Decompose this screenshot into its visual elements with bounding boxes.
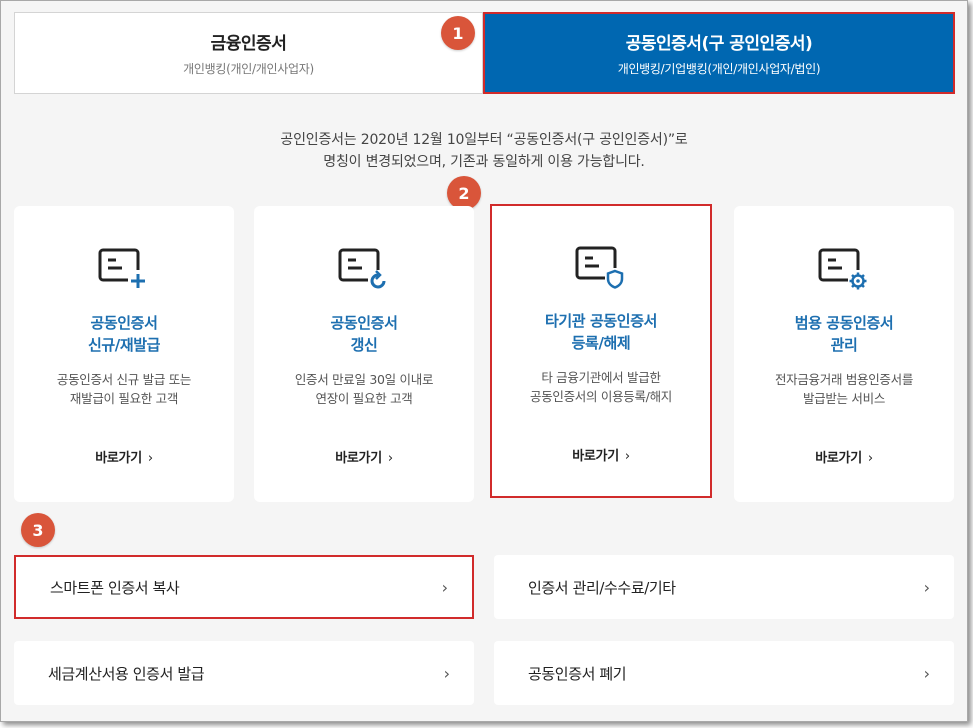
card-description: 공동인증서 신규 발급 또는 재발급이 필요한 고객	[14, 370, 234, 408]
chevron-right-icon: ›	[147, 451, 153, 466]
card-description: 전자금융거래 범용인증서를 발급받는 서비스	[734, 370, 954, 408]
card-title-line-2: 갱신	[350, 336, 378, 354]
card-shortcut-link[interactable]: 바로가기 ›	[254, 447, 474, 466]
card-title-line-2: 등록/해제	[571, 334, 631, 352]
card-desc-line-2: 재발급이 필요한 고객	[69, 391, 179, 406]
row-tax-invoice-certificate[interactable]: 세금계산서용 인증서 발급 ›	[14, 641, 474, 705]
card-general-purpose[interactable]: 범용 공동인증서 관리 전자금융거래 범용인증서를 발급받는 서비스 바로가기 ›	[734, 206, 954, 502]
card-shortcut-link[interactable]: 바로가기 ›	[734, 447, 954, 466]
rename-notice: 공인인증서는 2020년 12월 10일부터 “공동인증서(구 공인인증서)”로…	[1, 129, 967, 173]
step-badge-2: 2	[447, 176, 481, 210]
step-badge-3: 3	[21, 513, 55, 547]
tab-subtitle: 개인뱅킹(개인/개인사업자)	[183, 62, 314, 76]
row-smartphone-copy[interactable]: 스마트폰 인증서 복사 ›	[14, 555, 474, 619]
certificate-renew-icon	[338, 248, 388, 290]
card-title-line-1: 공동인증서	[90, 314, 158, 332]
row-certificate-disposal[interactable]: 공동인증서 폐기 ›	[494, 641, 954, 705]
card-desc-line-1: 인증서 만료일 30일 이내로	[294, 372, 434, 387]
notice-line-2: 명칭이 변경되었으며, 기존과 동일하게 이용 가능합니다.	[323, 154, 645, 170]
card-desc-line-2: 연장이 필요한 고객	[315, 391, 413, 406]
chevron-right-icon: ›	[441, 577, 448, 597]
tab-joint-certificate[interactable]: 공동인증서(구 공인인증서) 개인뱅킹/기업뱅킹(개인/개인사업자/법인)	[483, 12, 955, 94]
chevron-right-icon: ›	[387, 451, 393, 466]
page-frame: 금융인증서 개인뱅킹(개인/개인사업자) 공동인증서(구 공인인증서) 개인뱅킹…	[0, 0, 968, 722]
card-new-reissue[interactable]: 공동인증서 신규/재발급 공동인증서 신규 발급 또는 재발급이 필요한 고객 …	[14, 206, 234, 502]
card-desc-line-1: 전자금융거래 범용인증서를	[774, 372, 914, 387]
card-title: 범용 공동인증서 관리	[734, 312, 954, 356]
certificate-shield-icon	[575, 246, 625, 289]
chevron-right-icon: ›	[867, 451, 873, 466]
card-desc-line-1: 타 금융기관에서 발급한	[541, 370, 661, 385]
tab-subtitle: 개인뱅킹/기업뱅킹(개인/개인사업자/법인)	[617, 62, 821, 76]
card-other-institution[interactable]: 타기관 공동인증서 등록/해제 타 금융기관에서 발급한 공동인증서의 이용등록…	[490, 204, 712, 498]
tab-title: 공동인증서(구 공인인증서)	[625, 34, 813, 54]
card-title-line-2: 관리	[830, 336, 858, 354]
notice-line-1: 공인인증서는 2020년 12월 10일부터 “공동인증서(구 공인인증서)”로	[280, 132, 688, 148]
row-label: 인증서 관리/수수료/기타	[528, 578, 676, 597]
card-title: 공동인증서 갱신	[254, 312, 474, 356]
row-label: 공동인증서 폐기	[528, 664, 627, 683]
card-desc-line-2: 발급받는 서비스	[802, 391, 886, 406]
step-badge-1: 1	[441, 16, 475, 50]
card-title-line-1: 공동인증서	[330, 314, 398, 332]
shortcut-label: 바로가기	[95, 451, 142, 466]
card-title: 공동인증서 신규/재발급	[14, 312, 234, 356]
shortcut-label: 바로가기	[815, 451, 862, 466]
card-desc-line-1: 공동인증서 신규 발급 또는	[56, 372, 192, 387]
certificate-gear-icon	[818, 248, 868, 290]
card-title-line-1: 타기관 공동인증서	[544, 312, 658, 330]
card-title: 타기관 공동인증서 등록/해제	[492, 310, 710, 354]
card-description: 인증서 만료일 30일 이내로 연장이 필요한 고객	[254, 370, 474, 408]
chevron-right-icon: ›	[624, 449, 630, 464]
card-desc-line-2: 공동인증서의 이용등록/해지	[530, 389, 672, 404]
certificate-add-icon	[98, 248, 148, 290]
card-title-line-1: 범용 공동인증서	[794, 314, 894, 332]
shortcut-label: 바로가기	[572, 449, 619, 464]
card-description: 타 금융기관에서 발급한 공동인증서의 이용등록/해지	[492, 368, 710, 406]
shortcut-label: 바로가기	[335, 451, 382, 466]
chevron-right-icon: ›	[923, 577, 930, 597]
card-shortcut-link[interactable]: 바로가기 ›	[492, 445, 710, 464]
card-renew[interactable]: 공동인증서 갱신 인증서 만료일 30일 이내로 연장이 필요한 고객 바로가기…	[254, 206, 474, 502]
row-label: 세금계산서용 인증서 발급	[48, 664, 205, 683]
row-certificate-management[interactable]: 인증서 관리/수수료/기타 ›	[494, 555, 954, 619]
tab-financial-certificate[interactable]: 금융인증서 개인뱅킹(개인/개인사업자)	[14, 12, 483, 94]
tab-title: 금융인증서	[210, 34, 287, 54]
card-shortcut-link[interactable]: 바로가기 ›	[14, 447, 234, 466]
chevron-right-icon: ›	[923, 663, 930, 683]
chevron-right-icon: ›	[443, 663, 450, 683]
card-title-line-2: 신규/재발급	[87, 336, 161, 354]
row-label: 스마트폰 인증서 복사	[50, 578, 180, 597]
